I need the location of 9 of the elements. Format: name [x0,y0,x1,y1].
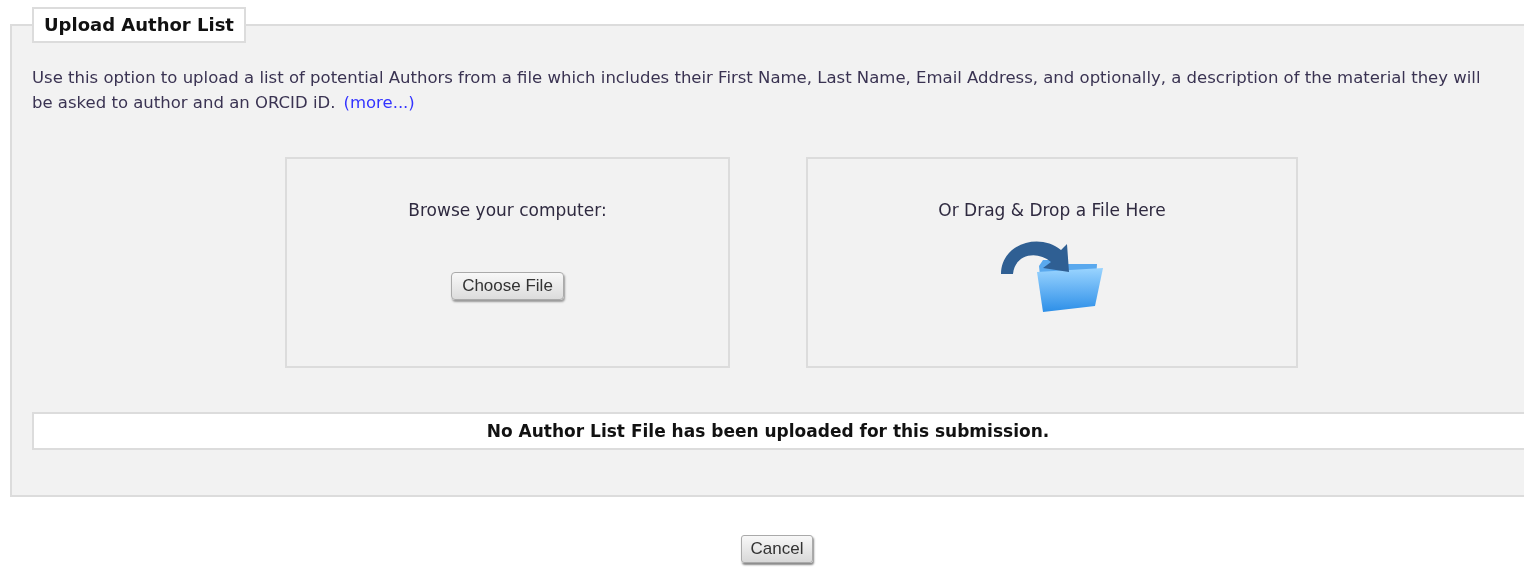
browse-label: Browse your computer: [408,200,607,220]
drop-label: Or Drag & Drop a File Here [938,200,1166,220]
panel-title: Upload Author List [32,7,246,43]
upload-status: No Author List File has been uploaded for this submission. [32,412,1524,450]
drop-zone[interactable]: Or Drag & Drop a File Here [806,157,1298,368]
choose-file-button[interactable]: Choose File [451,272,564,300]
description-text: Use this option to upload a list of potential Authors from a file which includes their First Name, Last Name, Email Address, and optionally, a description of the material they will be asked to author and an ORCID iD. (more...) [32,67,1482,114]
more-link[interactable]: (more...) [343,93,415,112]
cancel-button[interactable]: Cancel [740,535,814,563]
